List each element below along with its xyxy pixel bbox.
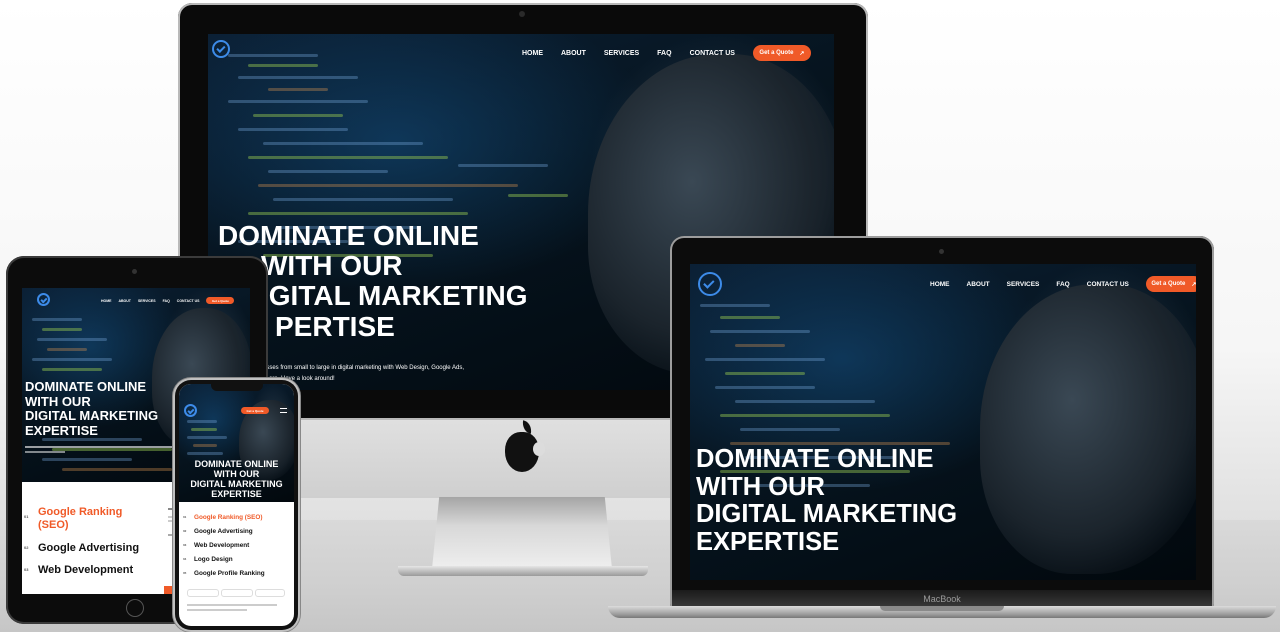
get-quote-button[interactable]: Get a Quote	[206, 297, 235, 304]
nav-contact[interactable]: CONTACT US	[1087, 281, 1129, 288]
macbook-label: MacBook	[923, 594, 961, 604]
brand-logo-icon[interactable]	[212, 40, 230, 58]
phone-tag	[187, 589, 219, 597]
arrow-up-right-icon: ↗	[799, 50, 805, 57]
nav-contact[interactable]: CONTACT US	[177, 299, 200, 303]
nav-faq[interactable]: FAQ	[657, 50, 671, 57]
phone-tag	[255, 589, 285, 597]
service-item[interactable]: 02 Google Advertising	[183, 528, 265, 542]
phone-tag	[221, 589, 253, 597]
nav-services[interactable]: SERVICES	[1007, 281, 1040, 288]
nav-about[interactable]: ABOUT	[119, 299, 131, 303]
brand-logo-icon[interactable]	[184, 404, 197, 417]
service-item[interactable]: 05 Google Profile Ranking	[183, 570, 265, 584]
tablet-headline: DOMINATE ONLINE WITH OUR DIGITAL MARKETI…	[25, 379, 159, 438]
tablet-subtext-line	[25, 451, 65, 453]
brand-logo-icon[interactable]	[37, 293, 50, 306]
phone-services-list: 01 Google Ranking (SEO) 02 Google Advert…	[183, 514, 265, 584]
brand-logo-icon[interactable]	[698, 272, 722, 296]
nav-about[interactable]: ABOUT	[561, 50, 586, 57]
apple-logo-icon	[505, 432, 545, 472]
nav-home[interactable]: HOME	[522, 50, 543, 57]
service-item[interactable]: 01 Google Ranking (SEO)	[183, 514, 265, 528]
nav-services[interactable]: SERVICES	[138, 299, 156, 303]
service-item[interactable]: 04 Logo Design	[183, 556, 265, 570]
tablet-home-button	[126, 599, 144, 617]
macbook-nav: HOME ABOUT SERVICES FAQ CONTACT US Get a…	[930, 276, 1196, 292]
macbook-notch	[880, 606, 1004, 611]
service-item[interactable]: 03 Web Development	[183, 542, 265, 556]
phone-text-line	[187, 609, 247, 611]
macbook-screen-hero: HOME ABOUT SERVICES FAQ CONTACT US Get a…	[690, 264, 1196, 580]
service-item[interactable]: 03 Web Development	[24, 564, 139, 586]
tablet-nav: HOME ABOUT SERVICES FAQ CONTACT US Get a…	[101, 297, 235, 304]
imac-camera	[519, 11, 525, 17]
nav-faq[interactable]: FAQ	[1056, 281, 1069, 288]
phone-notch	[211, 383, 263, 391]
service-item[interactable]: 02 Google Advertising	[24, 542, 139, 564]
get-quote-button[interactable]: Get a Quote ↗	[752, 45, 811, 61]
imac-subtext: esses from small to large in digital mar…	[263, 365, 464, 382]
imac-stand	[432, 497, 612, 569]
tablet-subtext-line	[25, 446, 185, 448]
phone-headline: DOMINATE ONLINE WITH OUR DIGITAL MARKETI…	[190, 459, 283, 499]
service-item[interactable]: 01 Google Ranking (SEO)	[24, 506, 139, 542]
get-quote-button[interactable]: Get a Quote	[241, 407, 269, 414]
macbook-camera	[939, 249, 944, 254]
get-quote-button[interactable]: Get a Quote ↗	[1145, 276, 1196, 292]
hamburger-menu-icon[interactable]	[280, 408, 287, 413]
macbook-headline: DOMINATE ONLINE WITH OUR DIGITAL MARKETI…	[696, 445, 958, 556]
nav-home[interactable]: HOME	[101, 299, 112, 303]
nav-faq[interactable]: FAQ	[163, 299, 170, 303]
nav-home[interactable]: HOME	[930, 281, 950, 288]
nav-services[interactable]: SERVICES	[604, 50, 639, 57]
tablet-services-list: 01 Google Ranking (SEO) 02 Google Advert…	[24, 506, 139, 586]
imac-nav: HOME ABOUT SERVICES FAQ CONTACT US Get a…	[522, 45, 811, 61]
nav-contact[interactable]: CONTACT US	[690, 50, 735, 57]
phone-text-line	[187, 604, 277, 606]
person-image	[980, 284, 1196, 574]
phone-screen: Get a Quote DOMINATE ONLINE WITH OUR DIG…	[179, 384, 294, 626]
phone-hero: Get a Quote DOMINATE ONLINE WITH OUR DIG…	[179, 384, 294, 502]
nav-about[interactable]: ABOUT	[967, 281, 990, 288]
tablet-camera	[132, 269, 137, 274]
arrow-up-right-icon: ↗	[1191, 281, 1196, 288]
imac-foot	[398, 566, 648, 576]
